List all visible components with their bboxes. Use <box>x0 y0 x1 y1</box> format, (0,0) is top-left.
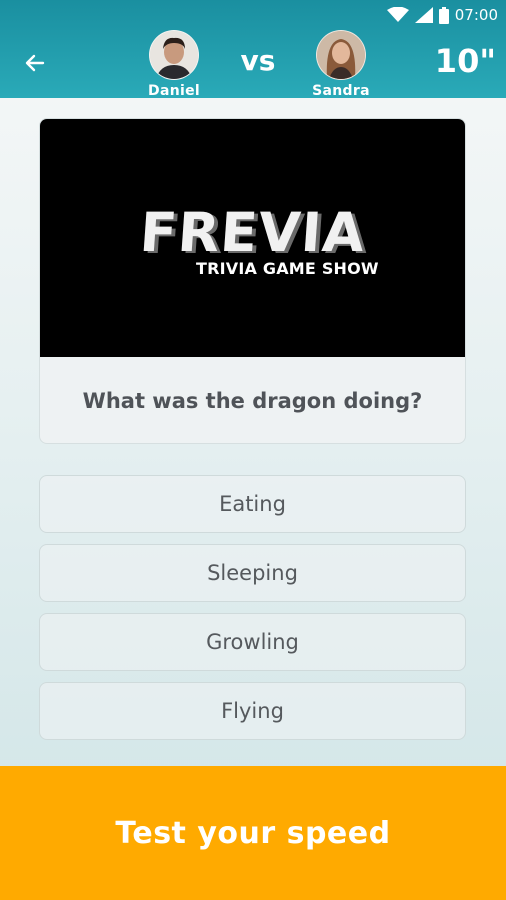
player-one-name: Daniel <box>148 83 200 99</box>
arrow-left-icon <box>25 54 45 72</box>
answer-option-4[interactable]: Flying <box>39 682 466 740</box>
avatar <box>149 30 199 80</box>
logo-title: FREVIA <box>137 201 368 264</box>
test-speed-button[interactable]: Test your speed <box>0 766 506 900</box>
countdown-timer: 10" <box>434 42 496 80</box>
question-video[interactable]: FREVIA TRIVIA GAME SHOW <box>40 119 465 357</box>
player-two-name: Sandra <box>312 83 370 99</box>
wifi-icon <box>386 7 409 22</box>
avatar-image <box>150 31 198 79</box>
status-time: 07:00 <box>454 6 498 24</box>
answer-option-2[interactable]: Sleeping <box>39 544 466 602</box>
battery-icon <box>438 6 449 24</box>
vs-label: vs <box>240 44 276 77</box>
player-two: Sandra <box>296 30 386 99</box>
answer-option-1[interactable]: Eating <box>39 475 466 533</box>
avatar <box>316 30 366 80</box>
game-header: 07:00 Daniel vs Sandra 10" <box>0 0 506 99</box>
avatar-image <box>317 31 365 79</box>
back-button[interactable] <box>22 50 48 76</box>
status-bar: 07:00 <box>386 5 498 25</box>
player-one: Daniel <box>129 30 219 99</box>
question-card: FREVIA TRIVIA GAME SHOW What was the dra… <box>39 118 466 444</box>
signal-icon <box>414 7 433 23</box>
answer-option-3[interactable]: Growling <box>39 613 466 671</box>
question-text: What was the dragon doing? <box>82 389 423 413</box>
logo-subtitle: TRIVIA GAME SHOW <box>196 259 379 278</box>
